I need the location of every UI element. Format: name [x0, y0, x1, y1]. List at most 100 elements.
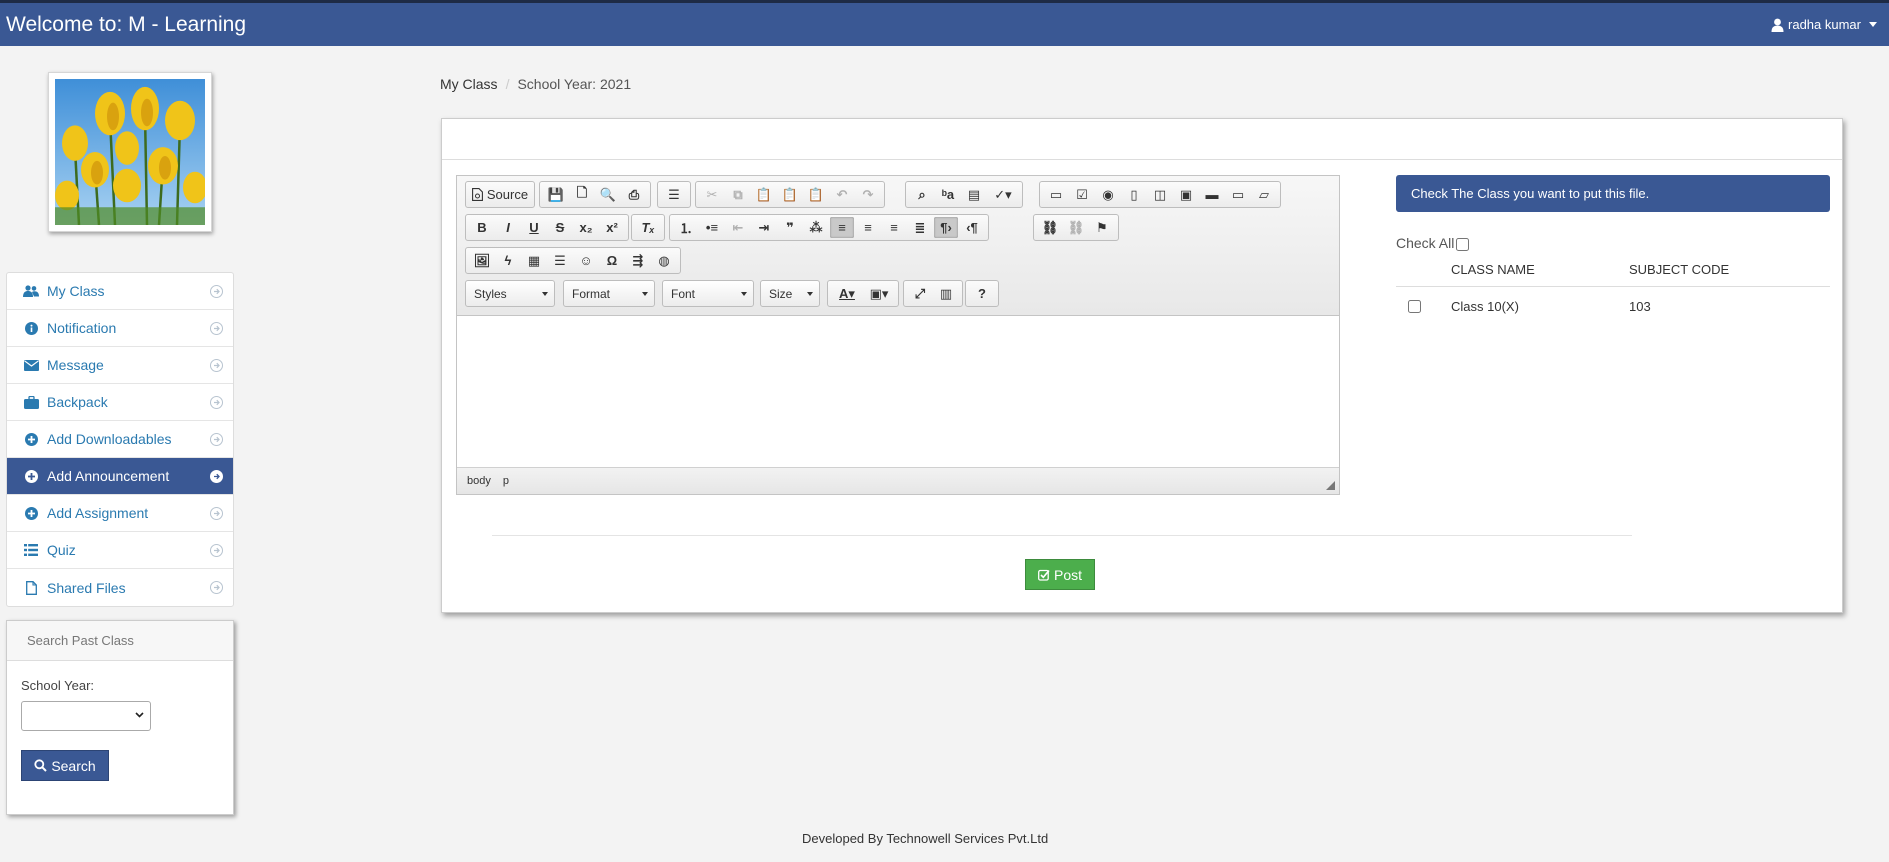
- help-icon[interactable]: ?: [970, 283, 994, 304]
- users-icon: [23, 283, 39, 299]
- radio-icon[interactable]: ◉: [1096, 184, 1120, 205]
- checkbox-icon[interactable]: ☑: [1070, 184, 1094, 205]
- anchor-flag-icon[interactable]: ⚑: [1090, 217, 1114, 238]
- paste-icon[interactable]: 📋: [752, 184, 776, 205]
- resize-grip-icon[interactable]: [1326, 481, 1335, 490]
- rtl-icon[interactable]: ‹¶: [960, 217, 984, 238]
- unlink-icon[interactable]: ⛓: [1064, 217, 1088, 238]
- toolbar-group-paragraph: ⒈ •≡ ⇤ ⇥ ❞ ⁂ ≡ ≡ ≡ ≣ ¶› ‹¶: [669, 214, 989, 241]
- bold-icon[interactable]: B: [470, 217, 494, 238]
- rich-text-editor: Source 💾 🗋 🔍 ⎙ ☰ ✂ ⧉ 📋 📋 📋 ↶ ↷ ⌕ ᵇa ▤ ✓▾…: [456, 175, 1340, 495]
- find-icon[interactable]: ⌕: [910, 184, 934, 205]
- show-blocks-icon[interactable]: ▥: [934, 283, 958, 304]
- toolbar-group-forms: ▭ ☑ ◉ ▯ ◫ ▣ ▬ ▭ ▱: [1039, 181, 1281, 208]
- sidebar-item-quiz[interactable]: Quiz: [7, 532, 233, 569]
- post-button[interactable]: Post: [1025, 559, 1095, 590]
- element-path-body[interactable]: body: [467, 475, 491, 487]
- print-icon[interactable]: ⎙: [622, 184, 646, 205]
- school-year-select[interactable]: [21, 701, 151, 731]
- cut-icon[interactable]: ✂: [700, 184, 724, 205]
- sidebar-item-label: Shared Files: [47, 579, 126, 596]
- format-combo-label: Format: [572, 287, 611, 301]
- text-color-icon[interactable]: A▾: [832, 283, 862, 304]
- school-year-label: School Year:: [21, 678, 95, 693]
- spellcheck-icon[interactable]: ✓▾: [988, 184, 1018, 205]
- remove-format-icon[interactable]: Tₓ: [636, 217, 660, 238]
- sidebar-item-notification[interactable]: Notification: [7, 310, 233, 347]
- search-button-label: Search: [51, 757, 96, 774]
- hidden-field-icon[interactable]: ▱: [1252, 184, 1276, 205]
- sidebar-item-add-downloadables[interactable]: Add Downloadables: [7, 421, 233, 458]
- align-left-icon[interactable]: ≡: [830, 217, 854, 238]
- flash-icon[interactable]: ϟ: [496, 250, 520, 271]
- ltr-icon[interactable]: ¶›: [934, 217, 958, 238]
- paste-word-icon[interactable]: 📋: [804, 184, 828, 205]
- redo-icon[interactable]: ↷: [856, 184, 880, 205]
- profile-picture: [55, 79, 205, 225]
- sidebar-item-shared-files[interactable]: Shared Files: [7, 569, 233, 606]
- plus-circle-icon: [23, 468, 39, 484]
- undo-icon[interactable]: ↶: [830, 184, 854, 205]
- sidebar-item-backpack[interactable]: Backpack: [7, 384, 233, 421]
- size-combo[interactable]: Size: [760, 280, 820, 307]
- class-row-checkbox[interactable]: [1408, 299, 1421, 313]
- strike-icon[interactable]: S: [548, 217, 572, 238]
- format-combo[interactable]: Format: [563, 280, 655, 307]
- search-button[interactable]: Search: [21, 750, 109, 781]
- list-icon: [23, 542, 39, 558]
- image-button-icon[interactable]: ▭: [1226, 184, 1250, 205]
- user-menu[interactable]: radha kumar: [1771, 17, 1877, 32]
- breadcrumb-my-class[interactable]: My Class: [440, 76, 498, 92]
- background-color-icon[interactable]: ▣▾: [864, 283, 894, 304]
- align-right-icon[interactable]: ≡: [882, 217, 906, 238]
- new-page-icon[interactable]: 🗋: [570, 184, 594, 205]
- top-navbar: Welcome to: M - Learning radha kumar: [0, 0, 1889, 46]
- align-center-icon[interactable]: ≡: [856, 217, 880, 238]
- styles-combo[interactable]: Styles: [465, 280, 555, 307]
- link-icon[interactable]: ⛓: [1038, 217, 1062, 238]
- replace-icon[interactable]: ᵇa: [936, 184, 960, 205]
- form-icon[interactable]: ▭: [1044, 184, 1068, 205]
- envelope-icon: [23, 357, 39, 373]
- templates-icon[interactable]: ☰: [662, 184, 686, 205]
- italic-icon[interactable]: I: [496, 217, 520, 238]
- arrow-circle-right-icon: [210, 507, 223, 520]
- paste-text-icon[interactable]: 📋: [778, 184, 802, 205]
- button-field-icon[interactable]: ▬: [1200, 184, 1224, 205]
- iframe-icon[interactable]: ◍: [652, 250, 676, 271]
- sidebar-item-add-assignment[interactable]: Add Assignment: [7, 495, 233, 532]
- smiley-icon[interactable]: ☺: [574, 250, 598, 271]
- editor-content-area[interactable]: [457, 316, 1339, 466]
- bulleted-list-icon[interactable]: •≡: [700, 217, 724, 238]
- source-button[interactable]: Source: [470, 184, 530, 205]
- horizontal-rule-icon[interactable]: ☰: [548, 250, 572, 271]
- numbered-list-icon[interactable]: ⒈: [674, 217, 698, 238]
- element-path-p[interactable]: p: [503, 475, 509, 487]
- image-icon[interactable]: 🖼: [470, 250, 494, 271]
- justify-icon[interactable]: ≣: [908, 217, 932, 238]
- superscript-icon[interactable]: x²: [600, 217, 624, 238]
- sidebar-item-my-class[interactable]: My Class: [7, 273, 233, 310]
- textarea-icon[interactable]: ◫: [1148, 184, 1172, 205]
- special-char-icon[interactable]: Ω: [600, 250, 624, 271]
- outdent-icon[interactable]: ⇤: [726, 217, 750, 238]
- underline-icon[interactable]: U: [522, 217, 546, 238]
- sidebar-item-add-announcement[interactable]: Add Announcement: [7, 458, 233, 495]
- save-icon[interactable]: 💾: [544, 184, 568, 205]
- select-all-icon[interactable]: ▤: [962, 184, 986, 205]
- indent-icon[interactable]: ⇥: [752, 217, 776, 238]
- select-field-icon[interactable]: ▣: [1174, 184, 1198, 205]
- text-field-icon[interactable]: ▯: [1122, 184, 1146, 205]
- blockquote-icon[interactable]: ❞: [778, 217, 802, 238]
- table-icon[interactable]: ▦: [522, 250, 546, 271]
- preview-icon[interactable]: 🔍: [596, 184, 620, 205]
- page-break-icon[interactable]: ⇶: [626, 250, 650, 271]
- sidebar-item-message[interactable]: Message: [7, 347, 233, 384]
- font-combo[interactable]: Font: [662, 280, 754, 307]
- maximize-icon[interactable]: ⤢: [908, 283, 932, 304]
- copy-icon[interactable]: ⧉: [726, 184, 750, 205]
- div-container-icon[interactable]: ⁂: [804, 217, 828, 238]
- subscript-icon[interactable]: x₂: [574, 217, 598, 238]
- check-all-checkbox[interactable]: [1456, 238, 1470, 251]
- sidebar-item-label: Quiz: [47, 542, 76, 558]
